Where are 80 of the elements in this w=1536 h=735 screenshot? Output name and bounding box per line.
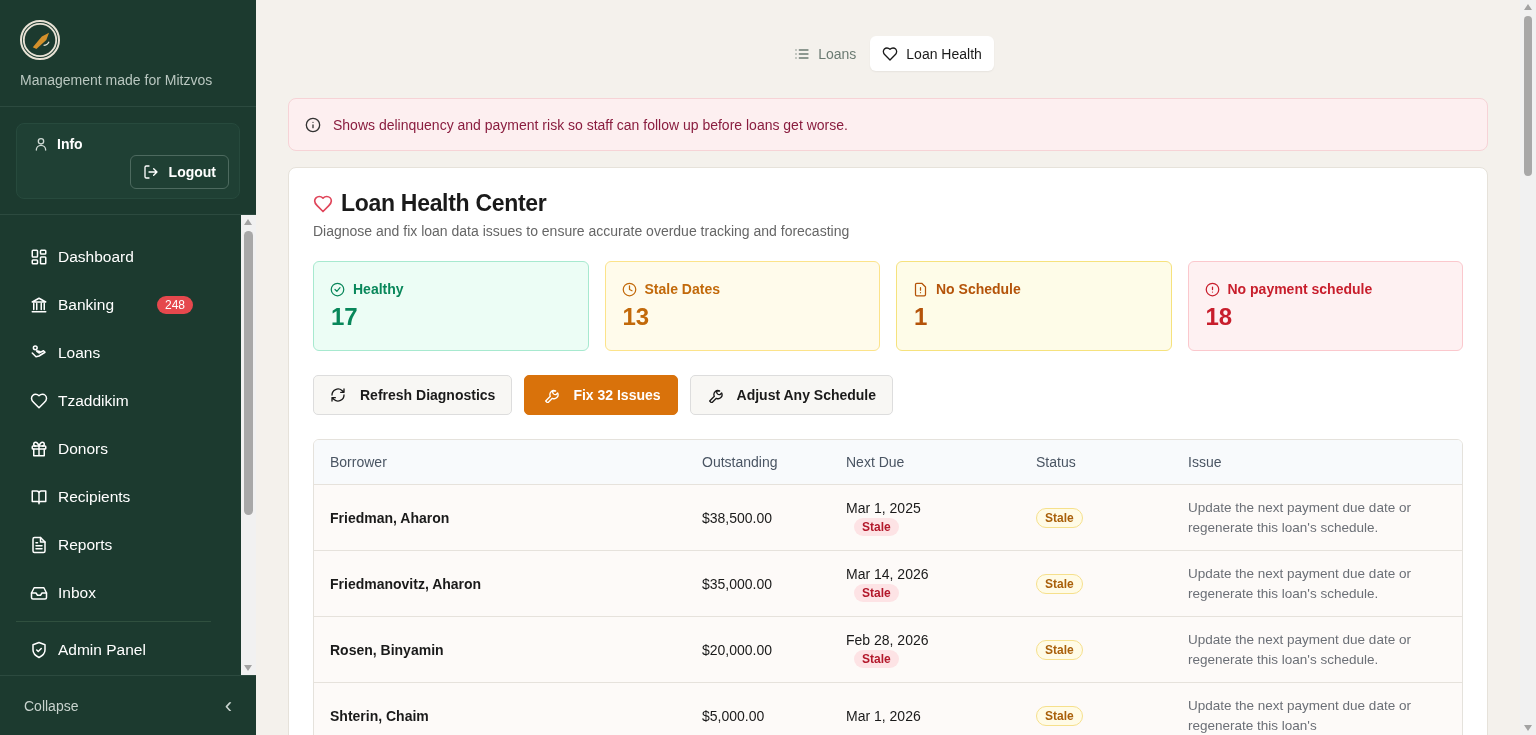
amount-cell: $38,500.00: [686, 484, 830, 551]
card-title: Loan Health Center: [341, 190, 547, 217]
nav-item[interactable]: Donors: [16, 425, 225, 473]
nav-item[interactable]: Inbox: [16, 569, 225, 617]
amount-cell: $5,000.00: [686, 682, 830, 735]
stat-value: 1: [913, 303, 929, 331]
document-icon: [30, 536, 48, 554]
document-alert-icon: [913, 281, 928, 297]
action-button[interactable]: Adjust Any Schedule: [689, 375, 894, 415]
scrollbar[interactable]: [241, 215, 256, 675]
column-header: Outstanding: [686, 440, 830, 485]
count-badge: 248: [156, 296, 193, 314]
status-badge: Stale: [1036, 639, 1083, 660]
borrower-cell: Friedmanovitz, Aharon: [314, 550, 686, 617]
alert-text: Shows delinquency and payment risk so staff can follow up before loans get worse.: [333, 116, 848, 133]
bank-icon: [30, 296, 48, 314]
amount-cell: $35,000.00: [686, 550, 830, 617]
tab[interactable]: Loan Health: [870, 36, 994, 71]
date-text: Mar 1, 2025: [846, 499, 921, 516]
date-text: Feb 28, 2026: [846, 631, 929, 648]
borrower-cell: Shterin, Chaim: [314, 682, 686, 735]
collapse-button[interactable]: Collapse ‹: [0, 675, 256, 735]
status-badge: Stale: [1036, 573, 1083, 594]
check-circle-icon: [330, 281, 345, 297]
stat-value: 13: [621, 303, 651, 331]
logo-icon: [20, 20, 60, 60]
status-badge: Stale: [1036, 705, 1083, 726]
date-text: Mar 14, 2026: [846, 565, 929, 582]
status-badge: Stale: [854, 583, 899, 602]
column-header: Borrower: [314, 440, 686, 485]
alert-circle-icon: [1204, 281, 1220, 297]
column-header: Issue: [1172, 440, 1462, 485]
stat-label: No payment schedule: [1227, 281, 1373, 297]
heart-icon: [30, 392, 48, 410]
issue-cell: Update the next payment due date or regenerate this loan's schedule.: [1172, 616, 1462, 683]
heart-icon: [313, 193, 333, 214]
issue-cell: Update the next payment due date or regenerate this loan's schedule.: [1172, 484, 1462, 551]
nav-item[interactable]: Tzaddikim: [16, 377, 225, 425]
borrower-cell: Rosen, Binyamin: [314, 616, 686, 683]
issue-cell: Update the next payment due date or regenerate this loan's schedule.: [1172, 550, 1462, 617]
shield-check-icon: [30, 641, 48, 659]
date-text: Mar 1, 2026: [846, 707, 921, 724]
wrench-icon: [543, 387, 560, 403]
logout-icon: [142, 164, 159, 180]
stat-value: 18: [1204, 303, 1234, 331]
nav-item[interactable]: Admin Panel: [16, 626, 225, 674]
book-icon: [30, 488, 48, 506]
nav-item[interactable]: Dashboard: [16, 233, 225, 281]
tagline: Management made for Mitzvos: [20, 72, 214, 88]
gift-icon: [30, 440, 48, 458]
stat-value: 17: [330, 303, 359, 331]
stat-label: Stale Dates: [644, 281, 720, 297]
refresh-icon: [330, 387, 346, 403]
tab[interactable]: Loans: [782, 36, 869, 71]
nav-item[interactable]: Loans: [16, 329, 225, 377]
info-icon: [305, 116, 321, 133]
borrower-cell: Friedman, Aharon: [314, 484, 686, 551]
wrench-icon: [706, 387, 723, 403]
nav-item[interactable]: Reports: [16, 521, 225, 569]
column-header: Status: [1020, 440, 1172, 485]
stat-label: Healthy: [353, 281, 404, 297]
action-button[interactable]: Refresh Diagnostics: [313, 375, 513, 415]
card-subtitle: Diagnose and fix loan data issues to ensure accurate overdue tracking and forecasting: [313, 223, 851, 239]
column-header: Next Due: [830, 440, 1020, 485]
user-label: Info: [57, 136, 83, 152]
issue-cell: Update the next payment due date or regenerate this loan's: [1172, 682, 1462, 735]
scrollbar[interactable]: [1520, 0, 1536, 735]
user-icon: [33, 136, 49, 152]
logout-button[interactable]: Logout: [129, 155, 229, 189]
heart-icon: [882, 45, 899, 62]
status-badge: Stale: [854, 517, 899, 536]
nav-item[interactable]: Recipients: [16, 473, 225, 521]
stat-label: No Schedule: [936, 281, 1021, 297]
status-badge: Stale: [854, 649, 899, 668]
status-badge: Stale: [1036, 507, 1083, 528]
amount-cell: $20,000.00: [686, 616, 830, 683]
inbox-icon: [30, 584, 48, 602]
clock-icon: [621, 281, 637, 297]
nav-item[interactable]: Banking 248: [16, 281, 225, 329]
grid-icon: [30, 248, 48, 266]
